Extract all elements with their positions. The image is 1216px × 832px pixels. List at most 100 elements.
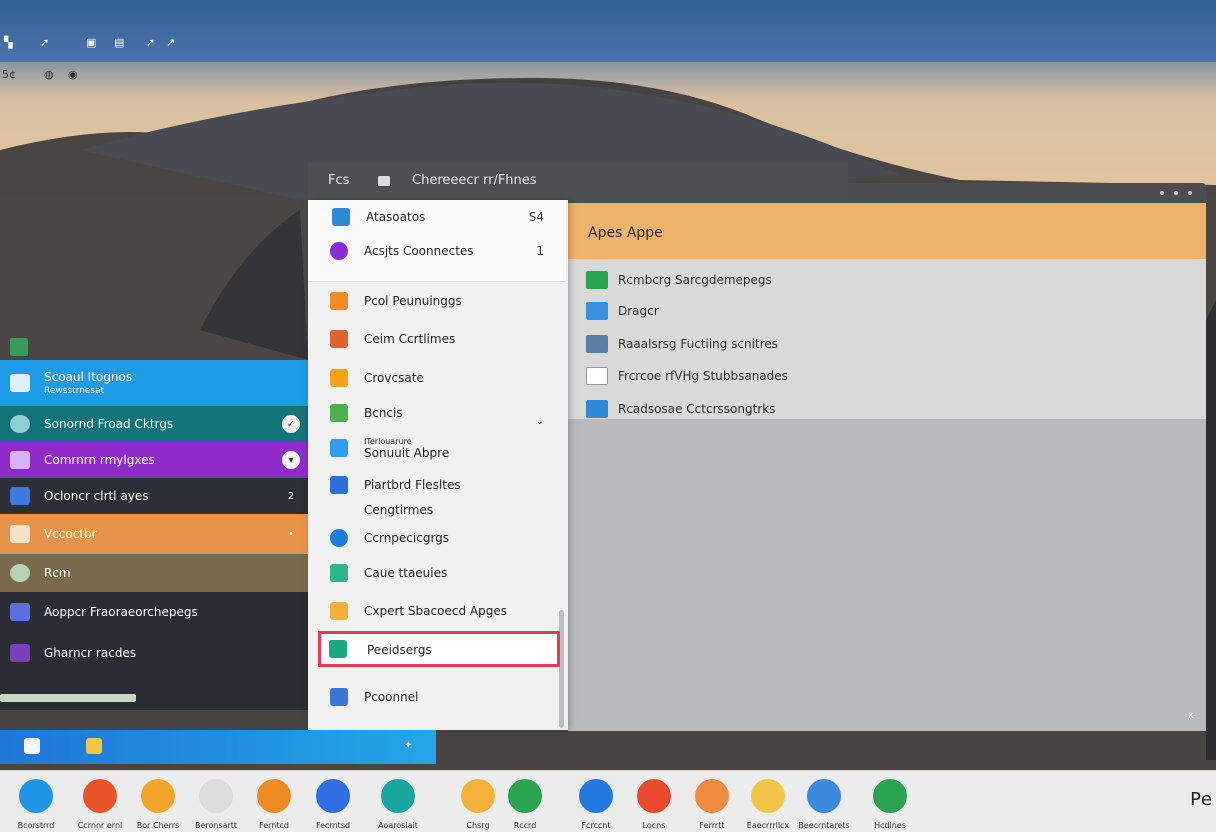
menu-item-icon <box>330 330 348 348</box>
content-item-3[interactable]: Raaalsrsg Fuctiing scnitres <box>586 335 778 353</box>
content-item-5[interactable]: Rcadsosae Cctcrssongtrks <box>586 400 775 418</box>
left-item-1-sub: Rewsstrnesat <box>44 386 105 396</box>
left-item-5[interactable]: Vccoctbr • <box>0 514 308 554</box>
dock-item[interactable]: Ferrrtt <box>684 779 740 830</box>
dialog-title-left: Fcs <box>328 173 350 188</box>
dock-item-label: Ferrrtt <box>699 821 725 830</box>
left-item-3[interactable]: Comrnrn rmylgxes ▾ <box>0 442 308 478</box>
dock-item-label: Beronsartt <box>194 821 238 830</box>
menu-item-2[interactable]: Acsjts Coonnectes 1 <box>308 236 558 266</box>
taskbar-strip: ✦ <box>0 730 436 764</box>
menu-item-6[interactable]: Bcncis ⌄ <box>308 400 558 427</box>
app-icon[interactable] <box>86 738 102 754</box>
dock-app-icon <box>461 779 495 813</box>
dock-item-label: Ferntcd <box>259 821 289 830</box>
left-item-1[interactable]: Scoaul Itognos Rewsstrnesat <box>0 360 308 406</box>
left-item-4[interactable]: Ocloncr clrtl ayes 2 <box>0 478 308 514</box>
dock-item[interactable]: Ferntcd <box>246 779 302 830</box>
dock-item[interactable]: Bcorstrrd <box>8 779 64 830</box>
dock-app-icon <box>257 779 291 813</box>
left-item-7[interactable]: Aoppcr Fraoraeorchepegs <box>0 592 308 632</box>
left-app-panel: Scoaul Itognos Rewsstrnesat Sonornd Froad… <box>0 360 308 710</box>
menu-item-label: Crovcsate <box>364 371 424 385</box>
menu-item-9[interactable]: Cengtirmes <box>308 498 558 522</box>
content-item-label: Rcadsosae Cctcrssongtrks <box>618 402 776 416</box>
content-item-4[interactable]: Frcrcoe rfVHg Stubbsanades <box>586 367 788 385</box>
menu-item-4[interactable]: Ceim Ccrtlimes <box>308 326 558 352</box>
dock-tail-text: Ре <box>1190 789 1212 810</box>
dock-item[interactable]: Fcrccnt <box>568 779 624 830</box>
globe-icon <box>10 415 30 433</box>
left-item-3-label: Comrnrn rmylgxes <box>44 453 155 467</box>
share-icon[interactable]: ↗ <box>166 37 178 48</box>
left-item-8[interactable]: Gharncr racdes <box>0 632 308 674</box>
menu-item-10[interactable]: Ccrnpecicgrgs <box>308 525 558 551</box>
selected-menu-item[interactable]: Peeidsergs <box>318 631 560 667</box>
menu-item-label: Caue ttaeuies <box>364 566 448 580</box>
left-item-2[interactable]: Sonornd Froad Cktrgs ✓ <box>0 406 308 442</box>
content-header: Apes Appe <box>568 203 1206 259</box>
left-item-7-label: Aoppcr Fraoraeorchepegs <box>44 605 198 619</box>
menu-item-11[interactable]: Caue ttaeuies <box>308 560 558 586</box>
menu-item-5[interactable]: Crovcsate <box>308 365 558 391</box>
dock-item[interactable]: Beronsartt <box>188 779 244 830</box>
dock-item[interactable]: Aoarosiait <box>370 779 426 830</box>
content-item-2[interactable]: Dragcr <box>586 302 659 320</box>
menu-item-shortcut: S4 <box>528 210 544 224</box>
dock-item-label: Rccrd <box>513 821 537 830</box>
menu-item-icon <box>330 292 348 310</box>
content-title: Apes Appe <box>588 225 663 241</box>
menu-icon[interactable]: ▚ <box>4 37 16 48</box>
dock-item-label: Bcorstrrd <box>17 821 55 830</box>
dock-app-icon <box>579 779 613 813</box>
dock-item[interactable]: Hcdlnes <box>862 779 918 830</box>
document-icon <box>10 525 30 543</box>
menu-item-3[interactable]: Pcol Peunuinggs <box>308 288 558 314</box>
chevron-down-icon: ▾ <box>282 451 300 469</box>
camera-icon[interactable]: ▣ <box>86 37 98 48</box>
settings-icon[interactable]: ◉ <box>68 68 78 81</box>
window-dot-icon[interactable] <box>1160 191 1164 195</box>
menu-item-1[interactable]: Atasoatos S4 <box>308 204 558 230</box>
dock-item[interactable]: Fecrntsd <box>305 779 361 830</box>
menu-scrollbar[interactable] <box>559 610 564 728</box>
dock-app-icon <box>807 779 841 813</box>
menu-item-label: Cxpert Sbacoecd Apges <box>364 604 507 618</box>
app-dock: Bcorstrrd Ccrnnr ernl Bor Cherrs Beronsartt… <box>0 770 1216 832</box>
dock-item[interactable]: Bor Cherrs <box>130 779 186 830</box>
menu-item-icon <box>330 242 348 260</box>
menu-item-7[interactable]: ITerlouarure Sonuuit Abpre <box>308 428 558 468</box>
menu-item-label: Pcoonnel <box>364 690 419 704</box>
dock-item-label: Beecrntarets <box>798 821 850 830</box>
content-item-1[interactable]: Rcmbcrg Sarcgdemepegs <box>586 271 772 289</box>
monitor-icon[interactable]: ▤ <box>114 37 126 48</box>
resize-handle-icon[interactable]: ĸ <box>1188 710 1194 721</box>
chevron-down-icon[interactable]: ⌄ <box>536 416 544 427</box>
dock-item-label: Fcrccnt <box>581 821 611 830</box>
menu-item-8[interactable]: Piartbrd Flesltes <box>308 472 558 498</box>
menu-item-label: Peeidsergs <box>367 643 432 657</box>
dock-item[interactable]: Ccrnnr ernl <box>72 779 128 830</box>
menu-item-icon <box>330 501 348 519</box>
dock-item[interactable]: Eaecrrrllcx <box>740 779 796 830</box>
left-item-6[interactable]: Rcm <box>0 554 308 592</box>
document-icon[interactable] <box>24 738 40 754</box>
content-pane: Apes Appe Rcmbcrg Sarcgdemepegs Dragcr R… <box>568 203 1206 731</box>
window-dot-icon[interactable] <box>1174 191 1178 195</box>
window-dot-icon[interactable] <box>1188 191 1192 195</box>
desktop-shortcut-icon[interactable] <box>10 338 28 356</box>
wifi-icon[interactable]: ◍ <box>44 68 54 81</box>
menu-item-icon <box>330 476 348 494</box>
dock-item[interactable]: Locns <box>626 779 682 830</box>
dock-item[interactable]: Rccrd <box>497 779 553 830</box>
cursor-icon[interactable]: ➚ <box>40 37 52 48</box>
dock-item[interactable]: Beecrntarets <box>796 779 852 830</box>
pointer-icon[interactable]: ➚ <box>146 37 158 48</box>
menu-item-icon <box>330 439 348 457</box>
menu-item-14[interactable]: Pcoonnel <box>308 684 558 710</box>
menu-item-12[interactable]: Cxpert Sbacoecd Apges <box>308 598 558 624</box>
menu-item-sublabel: ITerlouarure <box>364 436 412 446</box>
dock-app-icon <box>695 779 729 813</box>
menu-item-icon <box>332 208 350 226</box>
app-grid-icon <box>10 487 30 505</box>
